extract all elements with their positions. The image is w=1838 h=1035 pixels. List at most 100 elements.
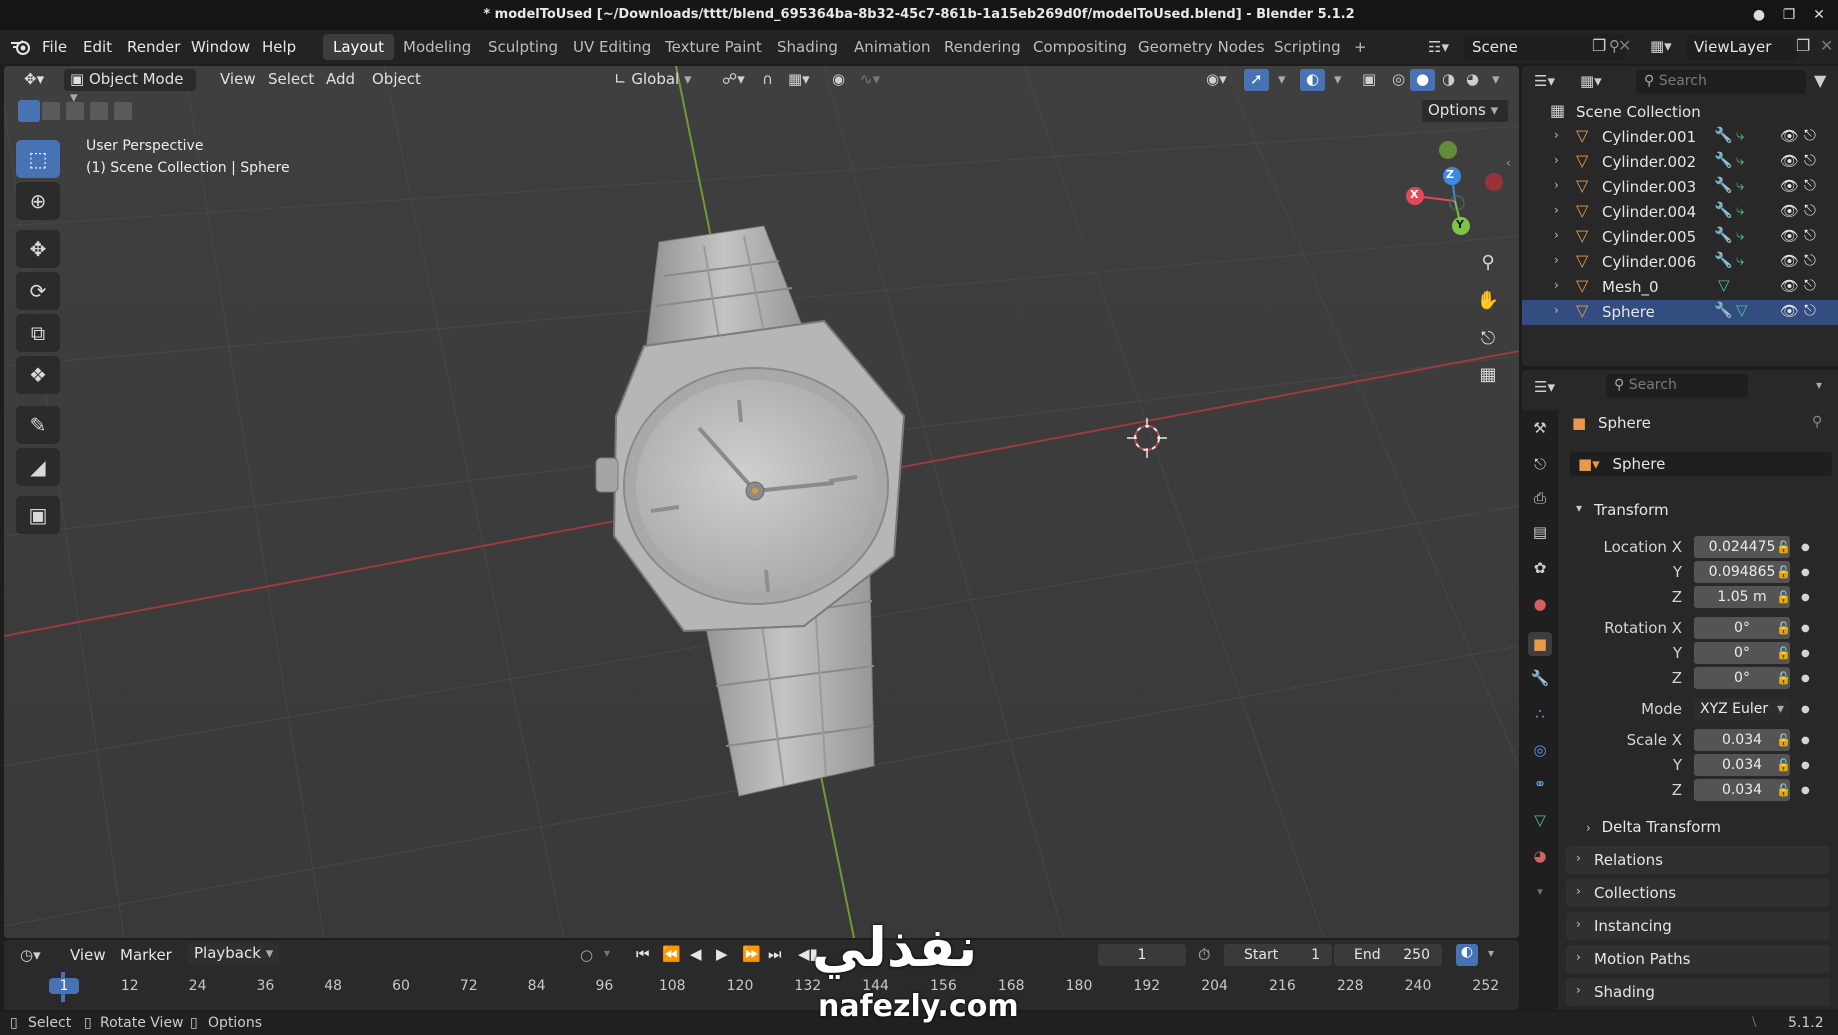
select-subtract-icon[interactable] — [66, 102, 84, 120]
panel-collections[interactable]: › Collections — [1566, 879, 1830, 907]
lock-rotation-y-icon[interactable]: 🔓 — [1776, 646, 1791, 660]
rotate-tool[interactable]: ⟳ — [16, 272, 60, 310]
play-reverse-icon[interactable]: ◀ — [690, 945, 702, 963]
keyframe-dot-icon[interactable]: ● — [1801, 760, 1810, 771]
keyframe-dot-icon[interactable]: ● — [1801, 592, 1810, 603]
render-camera-icon[interactable]: ⎋ — [1804, 301, 1816, 319]
render-camera-icon[interactable]: ⎋ — [1804, 251, 1816, 269]
expand-arrow-icon[interactable]: › — [1554, 178, 1559, 192]
modifier-wrench-icon[interactable]: 🔧 — [1714, 251, 1733, 269]
snap-icon[interactable]: ∩ — [756, 69, 779, 91]
scene-icon[interactable]: ☶▾ — [1428, 38, 1449, 56]
solid-shading-icon[interactable]: ● — [1410, 69, 1436, 91]
select-new-icon[interactable] — [18, 100, 40, 122]
eye-visibility-icon[interactable]: 👁 — [1780, 202, 1799, 220]
tab-sculpting[interactable]: Sculpting — [478, 34, 568, 60]
pivot-point-icon[interactable]: ☍▾ — [716, 69, 751, 91]
render-camera-icon[interactable]: ⎋ — [1804, 176, 1816, 194]
tab-texture-paint[interactable]: Texture Paint — [655, 34, 772, 60]
measure-tool[interactable]: ◢ — [16, 448, 60, 486]
outliner-editor-icon[interactable]: ☰▾ — [1534, 72, 1555, 90]
menu-render[interactable]: Render — [127, 38, 180, 56]
xray-icon[interactable]: ▣ — [1356, 69, 1382, 91]
keyframe-dot-icon[interactable]: ● — [1801, 567, 1810, 578]
pan-hand-icon[interactable]: ✋ — [1473, 286, 1503, 316]
wireframe-shading-icon[interactable]: ◎ — [1386, 69, 1411, 91]
panel-shading[interactable]: › Shading — [1566, 978, 1830, 1006]
editor-type-icon[interactable]: ✥▾ — [18, 69, 50, 91]
modifier-tab-icon[interactable]: 🔧 — [1528, 666, 1552, 690]
expand-arrow-icon[interactable]: › — [1554, 203, 1559, 217]
cursor-tool[interactable]: ⊕ — [16, 182, 60, 220]
eye-visibility-icon[interactable]: 👁 — [1780, 277, 1799, 295]
chevron-down-icon[interactable]: ▾ — [1488, 946, 1494, 960]
sidebar-toggle-icon[interactable]: ‹ — [1506, 156, 1511, 170]
world-tab-icon[interactable]: ● — [1528, 592, 1552, 616]
outliner-row[interactable]: › ▽ Cylinder.003 🔧 ⤷ 👁 ⎋ — [1522, 175, 1838, 200]
maximize-button[interactable]: ❐ — [1778, 4, 1800, 26]
more-tabs-icon[interactable]: ▾ — [1528, 880, 1552, 904]
expand-arrow-icon[interactable]: › — [1554, 153, 1559, 167]
expand-arrow-icon[interactable]: › — [1554, 253, 1559, 267]
tab-compositing[interactable]: Compositing — [1023, 34, 1137, 60]
filter-icon[interactable]: ▼ — [1814, 71, 1826, 90]
properties-editor-icon[interactable]: ☰▾ — [1534, 378, 1555, 396]
chevron-down-icon[interactable]: ▾ — [1816, 378, 1822, 392]
playback-dropdown[interactable]: Playback ▾ — [188, 943, 280, 965]
outliner-row[interactable]: › ▽ Cylinder.005 🔧 ⤷ 👁 ⎋ — [1522, 225, 1838, 250]
eye-visibility-icon[interactable]: 👁 — [1780, 227, 1799, 245]
lock-scale-z-icon[interactable]: 🔓 — [1776, 783, 1791, 797]
viewport-menu-object[interactable]: Object — [366, 69, 427, 91]
panel-motion-paths[interactable]: › Motion Paths — [1566, 945, 1830, 973]
render-camera-icon[interactable]: ⎋ — [1804, 126, 1816, 144]
expand-arrow-icon[interactable]: › — [1554, 303, 1559, 317]
rendered-shading-icon[interactable]: ◕ — [1460, 69, 1485, 91]
viewport-menu-view[interactable]: View — [214, 69, 262, 91]
chevron-down-icon[interactable]: ▾ — [1486, 69, 1506, 91]
display-mode-icon[interactable]: ▦▾ — [1580, 72, 1602, 90]
rotation-mode-dropdown[interactable]: XYZ Euler ▾ — [1694, 698, 1790, 720]
tab-layout[interactable]: Layout — [323, 34, 394, 60]
menu-help[interactable]: Help — [262, 38, 296, 56]
keyframe-dot-icon[interactable]: ● — [1801, 648, 1810, 659]
menu-window[interactable]: Window — [191, 38, 250, 56]
add-workspace-button[interactable]: + — [1344, 34, 1377, 60]
outliner-row[interactable]: › ▽ Cylinder.006 🔧 ⤷ 👁 ⎋ — [1522, 250, 1838, 275]
curve-data-icon[interactable]: ⤷ — [1736, 151, 1744, 169]
view-layer-icon[interactable]: ▦▾ — [1650, 37, 1672, 55]
sync-icon[interactable]: ◐ — [1456, 944, 1478, 966]
data-tab-icon[interactable]: ▽ — [1528, 808, 1552, 832]
object-mode-dropdown[interactable]: ▣ Object Mode ▾ — [64, 69, 196, 106]
lock-location-z-icon[interactable]: 🔓 — [1776, 590, 1791, 604]
gizmo-toggle-icon[interactable]: ➚ — [1244, 69, 1269, 91]
viewport-menu-add[interactable]: Add — [320, 69, 361, 91]
chevron-down-icon[interactable]: ▾ — [1328, 69, 1348, 91]
proportional-edit-icon[interactable]: ◉ — [826, 69, 851, 91]
end-frame-field[interactable]: End 250 — [1334, 944, 1442, 966]
lock-rotation-x-icon[interactable]: 🔓 — [1776, 621, 1791, 635]
object-datablock-field[interactable]: ■▾ Sphere — [1570, 452, 1832, 476]
close-button[interactable]: ✕ — [1808, 4, 1830, 26]
delete-view-layer-icon[interactable]: ✕ — [1820, 36, 1833, 55]
visibility-icon[interactable]: ◉▾ — [1200, 69, 1233, 91]
timeline-editor-icon[interactable]: ◷▾ — [20, 946, 41, 964]
mesh-data-icon[interactable]: ▽ — [1718, 276, 1730, 294]
lock-scale-y-icon[interactable]: 🔓 — [1776, 758, 1791, 772]
annotate-tool[interactable]: ✎ — [16, 406, 60, 444]
tab-scripting[interactable]: Scripting — [1264, 34, 1351, 60]
overlays-icon[interactable]: ◐ — [1300, 69, 1326, 91]
expand-arrow-icon[interactable]: › — [1554, 128, 1559, 142]
tab-modeling[interactable]: Modeling — [393, 34, 481, 60]
tab-uv-editing[interactable]: UV Editing — [563, 34, 661, 60]
scene-tab-icon[interactable]: ✿ — [1528, 556, 1552, 580]
select-invert-icon[interactable] — [90, 102, 108, 120]
curve-data-icon[interactable]: ⤷ — [1736, 176, 1744, 194]
render-camera-icon[interactable]: ⎋ — [1804, 201, 1816, 219]
chevron-down-icon[interactable]: ▾ — [1272, 69, 1292, 91]
modifier-wrench-icon[interactable]: 🔧 — [1714, 301, 1733, 319]
particles-tab-icon[interactable]: ∴ — [1528, 702, 1552, 726]
next-keyframe-icon[interactable]: ⏩ — [742, 945, 761, 963]
scene-collection-row[interactable]: ▦ Scene Collection — [1522, 100, 1838, 125]
snap-target-icon[interactable]: ▦▾ — [782, 69, 816, 91]
object-tab-icon[interactable]: ■ — [1528, 632, 1552, 656]
